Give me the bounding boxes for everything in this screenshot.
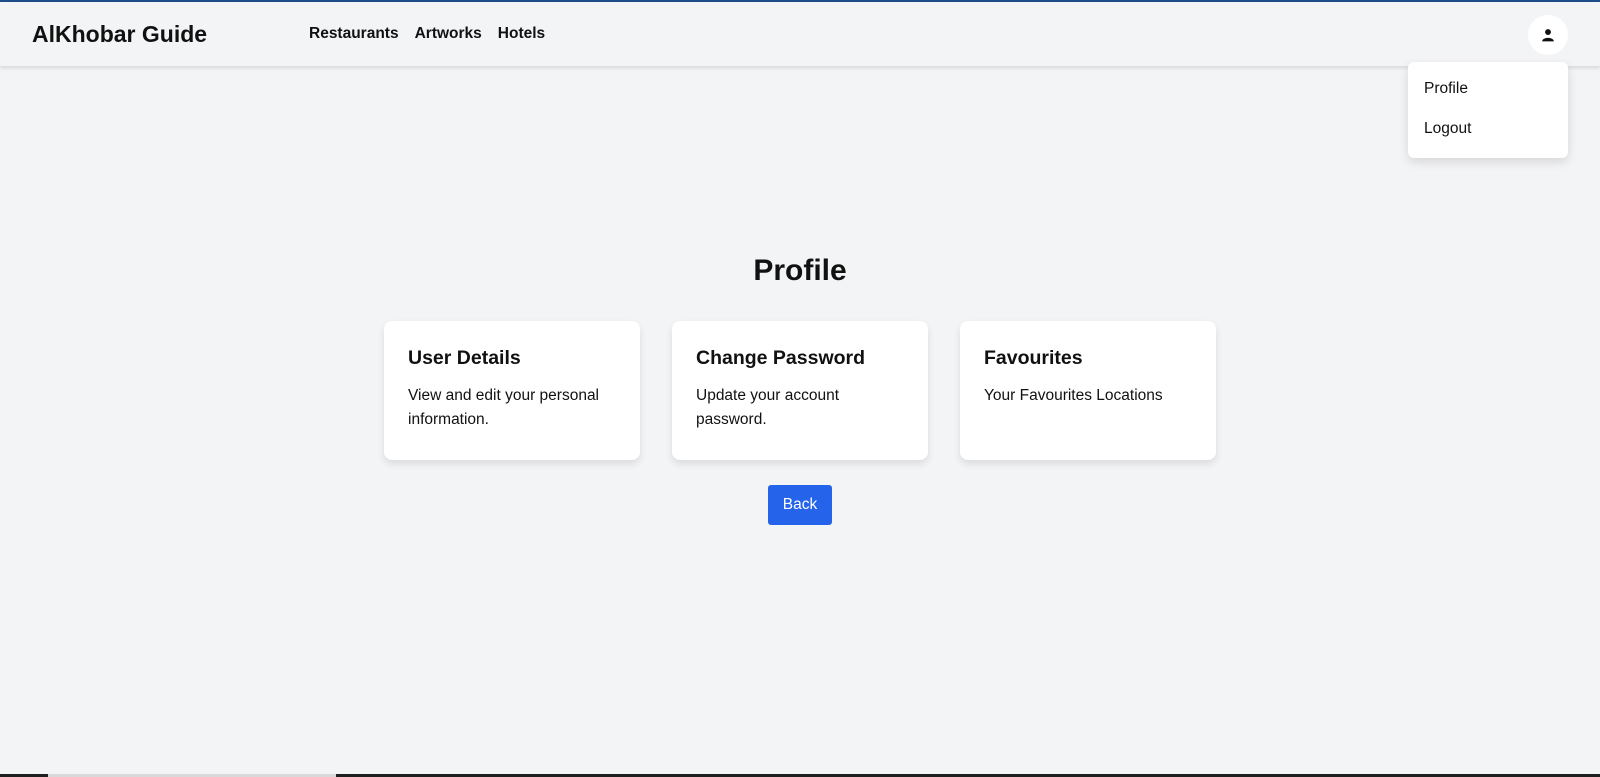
- user-menu-button[interactable]: [1528, 15, 1568, 55]
- favourites-card[interactable]: Favourites Your Favourites Locations: [960, 321, 1216, 460]
- card-description: View and edit your personal information.: [408, 387, 600, 428]
- nav-links: Restaurants Artworks Hotels: [309, 25, 545, 43]
- page-title: Profile: [753, 254, 847, 287]
- user-icon: [1542, 29, 1554, 42]
- navbar: AlKhobar Guide Restaurants Artworks Hote…: [0, 2, 1600, 66]
- dropdown-item-logout[interactable]: Logout: [1424, 120, 1471, 138]
- change-password-card[interactable]: Change Password Update your account pass…: [672, 321, 928, 460]
- card-description: Your Favourites Locations: [984, 387, 1163, 404]
- card-title: Favourites: [984, 347, 1083, 369]
- brand-logo[interactable]: AlKhobar Guide: [32, 21, 207, 48]
- nav-link-artworks[interactable]: Artworks: [415, 25, 482, 43]
- back-button[interactable]: Back: [768, 485, 832, 525]
- nav-link-hotels[interactable]: Hotels: [498, 25, 545, 43]
- card-title: Change Password: [696, 347, 866, 369]
- dropdown-item-profile[interactable]: Profile: [1424, 80, 1468, 98]
- nav-link-restaurants[interactable]: Restaurants: [309, 25, 399, 43]
- user-details-card[interactable]: User Details View and edit your personal…: [384, 321, 640, 460]
- user-dropdown-menu: Profile Logout: [1408, 62, 1568, 158]
- card-description: Update your account password.: [696, 387, 840, 428]
- card-title: User Details: [408, 347, 521, 369]
